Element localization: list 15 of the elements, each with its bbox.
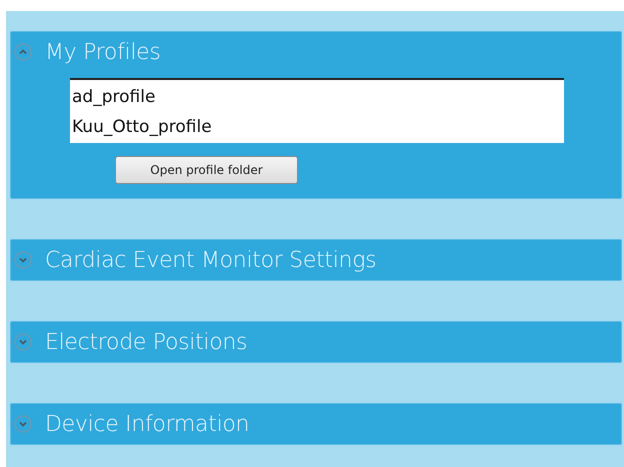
profile-item[interactable]: ad_profile xyxy=(72,82,562,112)
section-title[interactable]: Electrode Positions xyxy=(45,330,248,354)
section-title[interactable]: Cardiac Event Monitor Settings xyxy=(45,248,376,272)
expander-button[interactable] xyxy=(13,332,33,352)
expander-button[interactable] xyxy=(13,42,33,62)
chevron-icon xyxy=(14,333,32,351)
section-title[interactable]: My Profiles xyxy=(45,40,161,64)
open-folder-button[interactable]: Open profile folder xyxy=(115,156,298,184)
expander-button[interactable] xyxy=(13,250,33,270)
chevron-icon xyxy=(14,43,32,61)
chevron-icon xyxy=(14,251,32,269)
expander-button[interactable] xyxy=(13,414,33,434)
chevron-icon xyxy=(14,415,32,433)
section-title[interactable]: Device Information xyxy=(45,412,250,436)
profile-item[interactable]: Kuu_Otto_profile xyxy=(72,112,562,142)
